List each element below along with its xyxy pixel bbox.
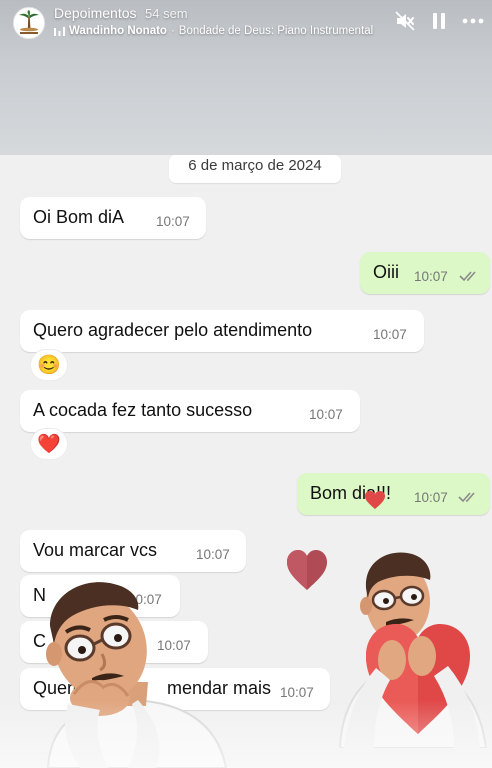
read-ticks-icon bbox=[458, 492, 475, 503]
account-name[interactable]: Depoimentos bbox=[54, 5, 137, 21]
avatar-sticker-heart[interactable] bbox=[330, 548, 490, 748]
message-text: Oi Bom diA bbox=[33, 207, 125, 227]
smiling-face-icon: 😊 bbox=[37, 355, 61, 376]
palm-tree-logo-icon bbox=[14, 8, 44, 38]
floating-heart-sticker[interactable] bbox=[285, 548, 329, 592]
message-time: 10:07 bbox=[280, 685, 314, 700]
message-text: Quero agradecer pelo atendimento bbox=[33, 320, 313, 340]
music-artist: Wandinho Nonato bbox=[69, 25, 167, 37]
reaction-smile[interactable]: 😊 bbox=[30, 349, 68, 381]
reaction-heart[interactable]: ❤️ bbox=[30, 428, 68, 460]
message-bubble-incoming: A cocada fez tanto sucesso 10:07 bbox=[20, 390, 360, 432]
story-header: Depoimentos 54 sem Wandinho Nonato · Bon… bbox=[0, 0, 492, 50]
heart-icon: ❤️ bbox=[37, 434, 61, 455]
music-info[interactable]: Wandinho Nonato · Bondade de Deus: Piano… bbox=[54, 25, 373, 37]
more-icon[interactable] bbox=[462, 10, 484, 32]
message-bubble-outgoing: Bom dia!!! 10:07 bbox=[297, 473, 490, 515]
message-bubble-incoming: Oi Bom diA 10:07 bbox=[20, 197, 206, 239]
message-text: A cocada fez tanto sucesso bbox=[33, 400, 253, 420]
message-time: 10:07 bbox=[414, 490, 448, 505]
message-bubble-incoming: Vou marcar vcs 10:07 bbox=[20, 530, 246, 572]
message-bubble-incoming: Quero agradecer pelo atendimento 10:07 bbox=[20, 310, 424, 352]
pause-icon[interactable] bbox=[428, 10, 450, 32]
message-time: 10:07 bbox=[414, 269, 448, 284]
date-separator: 6 de março de 2024 bbox=[169, 155, 341, 183]
mute-icon[interactable] bbox=[394, 10, 416, 32]
small-heart-sticker[interactable] bbox=[364, 490, 386, 510]
message-text: Vou marcar vcs bbox=[33, 540, 158, 560]
account-avatar[interactable] bbox=[13, 7, 45, 39]
message-text: Oiii bbox=[373, 262, 399, 282]
message-time: 10:07 bbox=[156, 214, 190, 229]
audio-bars-icon bbox=[54, 26, 65, 36]
message-time: 10:07 bbox=[309, 407, 343, 422]
message-time: 10:07 bbox=[196, 547, 230, 562]
story-controls bbox=[382, 10, 484, 32]
music-separator: · bbox=[170, 25, 175, 37]
read-ticks-icon bbox=[459, 271, 476, 282]
music-track: Bondade de Deus: Piano Instrumental bbox=[178, 25, 374, 37]
story-time-ago: 54 sem bbox=[145, 6, 188, 21]
message-bubble-outgoing: Oiii 10:07 bbox=[360, 252, 490, 294]
avatar-sticker-thinking[interactable] bbox=[28, 574, 240, 768]
message-time: 10:07 bbox=[373, 327, 407, 342]
